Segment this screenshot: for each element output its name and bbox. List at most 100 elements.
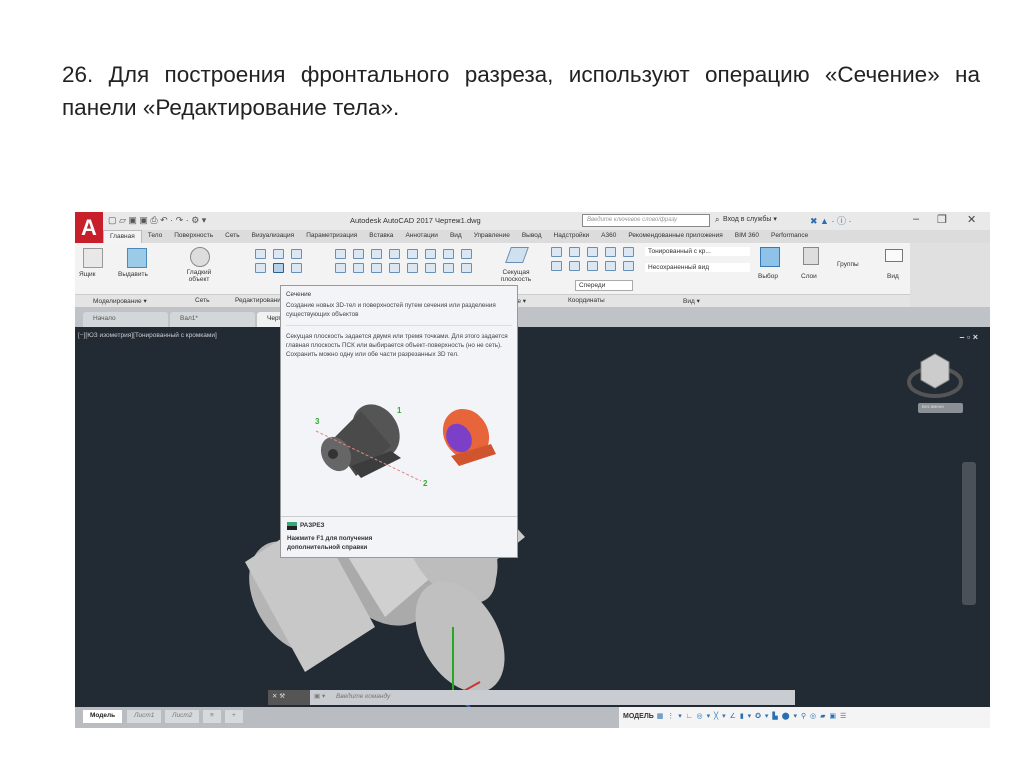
section-command-icon [287, 521, 297, 530]
ucs-icon[interactable] [569, 247, 580, 257]
status-bar: Модель Лист1 Лист2 ≡ + МОДЕЛЬ ▦ ⋮ ▾ ∟ ◎ … [75, 707, 990, 728]
tool-icon[interactable] [273, 249, 284, 259]
close-icon[interactable]: ✕ [967, 213, 976, 226]
doc-tab-start[interactable]: Начало [83, 312, 168, 327]
tab-view[interactable]: Вид [444, 230, 468, 243]
tool-icon[interactable] [371, 263, 382, 273]
tool-icon[interactable] [389, 249, 400, 259]
tool-icon[interactable] [461, 263, 472, 273]
layout-tab-sheet1[interactable]: Лист1 [127, 710, 162, 723]
tab-parametric[interactable]: Параметризация [300, 230, 363, 243]
front-view-dropdown[interactable]: Спереди [575, 280, 633, 291]
tool-icon[interactable] [335, 263, 346, 273]
tool-icon[interactable] [353, 263, 364, 273]
slice-icon[interactable] [273, 263, 284, 273]
window-title: Autodesk AutoCAD 2017 Чертеж1.dwg [350, 216, 481, 225]
groups-button[interactable]: Группы [837, 261, 859, 268]
tool-icon[interactable] [255, 249, 266, 259]
tool-icon[interactable] [335, 249, 346, 259]
slice-tooltip: Сечение Создание новых 3D-тел и поверхно… [280, 285, 518, 558]
tool-icon[interactable] [425, 263, 436, 273]
tab-visualize[interactable]: Визуализация [246, 230, 301, 243]
ucs-icon[interactable] [587, 247, 598, 257]
tab-annotate[interactable]: Аннотации [399, 230, 444, 243]
layout-tab-model[interactable]: Модель [83, 710, 123, 723]
ucs-icon[interactable] [605, 247, 616, 257]
exchange-icon[interactable]: ✖ ▲ · ⓘ · [810, 214, 851, 227]
search-input[interactable]: Введите ключевое слово/фразу [582, 214, 710, 227]
tool-icon[interactable] [407, 249, 418, 259]
tooltip-title: Сечение [286, 291, 312, 298]
tool-icon[interactable] [443, 263, 454, 273]
restore-icon[interactable]: ❐ [937, 213, 947, 226]
ucs-icon[interactable] [623, 261, 634, 271]
tab-surface[interactable]: Поверхность [168, 230, 219, 243]
ucs-icon[interactable] [587, 261, 598, 271]
model-viewport[interactable] [75, 327, 990, 707]
command-line-buttons[interactable]: ✕ ⚒ [268, 690, 310, 705]
saved-view-dropdown[interactable]: Несохраненный вид [645, 263, 750, 272]
model-space-button[interactable]: МОДЕЛЬ [623, 713, 654, 720]
extrude-button[interactable]: Выдавить [118, 271, 148, 278]
view-button[interactable]: Вид [887, 273, 899, 280]
navigation-bar[interactable] [962, 462, 976, 605]
status-toggle-icons[interactable]: ▦ ⋮ ▾ ∟ ◎ ▾ ╳ ▾ ∠ ▮ ▾ ✪ ▾ ▙ ⬤ ▾ ⚲ ◎ ▰ ▣ … [657, 713, 848, 720]
panel-modeling[interactable]: Моделирование ▾ [93, 297, 147, 305]
visual-style-dropdown[interactable]: Тонированный с кр... [645, 247, 750, 256]
tooltip-footer: РАЗРЕЗ Нажмите F1 для получения дополнит… [281, 516, 517, 558]
ribbon-empty-area [910, 243, 990, 307]
command-prompt-icon[interactable]: ▣ ▾ [314, 692, 325, 700]
tool-icon[interactable] [389, 263, 400, 273]
panel-coordinates[interactable]: Координаты [568, 297, 605, 304]
tool-icon[interactable] [425, 249, 436, 259]
tool-icon[interactable] [353, 249, 364, 259]
layout-menu-icon[interactable]: ≡ [203, 710, 221, 723]
tab-output[interactable]: Вывод [516, 230, 548, 243]
layers-button[interactable]: Слои [801, 273, 817, 280]
tab-manage[interactable]: Управление [468, 230, 516, 243]
panel-mesh[interactable]: Сеть [195, 297, 209, 304]
tool-icon[interactable] [461, 249, 472, 259]
ucs-icon[interactable] [569, 261, 580, 271]
tab-a360[interactable]: A360 [595, 230, 622, 243]
signin-button[interactable]: Вход в службы ▾ [723, 215, 777, 223]
selection-button[interactable]: Выбор [758, 273, 778, 280]
tab-performance[interactable]: Performance [765, 230, 814, 243]
tool-icon[interactable] [371, 249, 382, 259]
tool-icon[interactable] [407, 263, 418, 273]
ucs-icon[interactable] [551, 261, 562, 271]
tab-home[interactable]: Главная [103, 230, 142, 243]
extrude-icon [127, 248, 147, 268]
minimize-icon[interactable]: – [913, 213, 919, 225]
viewcube-icon [907, 353, 963, 398]
tab-bim360[interactable]: BIM 360 [729, 230, 765, 243]
smooth-object-button[interactable]: Гладкий объект [181, 269, 217, 283]
ucs-icon[interactable] [623, 247, 634, 257]
binoculars-icon[interactable]: ⌕ [715, 215, 719, 225]
tool-icon[interactable] [443, 249, 454, 259]
point-label-2: 2 [423, 479, 428, 488]
ribbon-tabs: Главная Тело Поверхность Сеть Визуализац… [103, 230, 990, 243]
tab-featured-apps[interactable]: Рекомендованные приложения [622, 230, 728, 243]
box-button[interactable]: Ящик [79, 271, 96, 278]
tab-insert[interactable]: Вставка [363, 230, 399, 243]
ucs-icon[interactable] [605, 261, 616, 271]
tab-solid[interactable]: Тело [142, 230, 169, 243]
section-plane-button[interactable]: Секущая плоскость [497, 269, 535, 283]
ucs-icon[interactable] [551, 247, 562, 257]
slide-title: 26. Для построения фронтального разреза,… [62, 62, 980, 120]
tab-mesh[interactable]: Сеть [219, 230, 245, 243]
viewcube-label[interactable]: Без имени [922, 404, 944, 409]
tool-icon[interactable] [291, 249, 302, 259]
document-tabs: Начало Вал1* Чертеж1* [75, 307, 990, 327]
layout-tab-sheet2[interactable]: Лист2 [165, 710, 200, 723]
command-input[interactable]: Введите команду [336, 693, 390, 700]
tool-icon[interactable] [291, 263, 302, 273]
doc-tab-shaft[interactable]: Вал1* [170, 312, 255, 327]
app-logo[interactable]: A [75, 212, 103, 243]
panel-view[interactable]: Вид ▾ [683, 297, 700, 305]
tab-addins[interactable]: Надстройки [548, 230, 596, 243]
tool-icon[interactable] [255, 263, 266, 273]
add-layout-icon[interactable]: + [225, 710, 243, 723]
quick-access-toolbar[interactable]: ▢ ▱ ▣ ▣ ⎙ ↶ · ↷ · ⚙ ▾ [108, 215, 206, 226]
